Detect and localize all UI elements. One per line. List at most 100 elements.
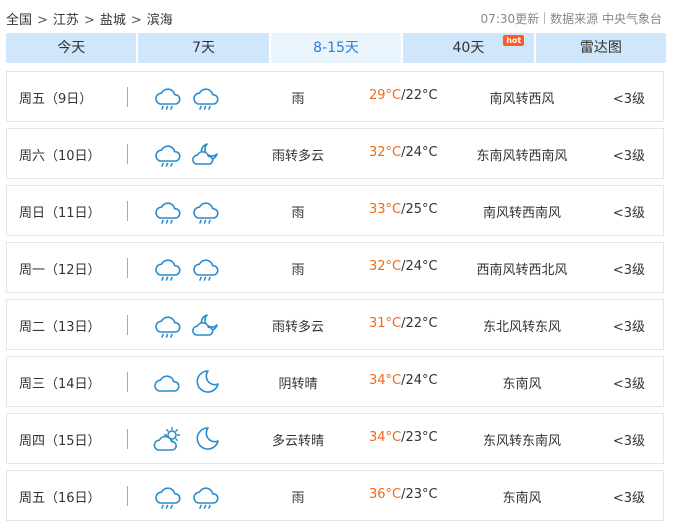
weather-icons	[153, 139, 225, 169]
temp-high: 34°C	[369, 430, 402, 445]
weather-icons	[153, 82, 225, 112]
weather-desc: 雨	[291, 92, 305, 107]
wind-direction: 东风转东南风	[482, 434, 561, 449]
tab-8-15-day[interactable]: 8-15天	[270, 33, 402, 63]
weather-desc: 雨转多云	[271, 320, 324, 335]
partly-cloudy-night-icon	[191, 139, 221, 169]
temp-low: /22°C	[401, 88, 438, 103]
weather-icons	[153, 253, 225, 283]
meta-divider	[544, 12, 546, 24]
forecast-day: 周六（10日）	[19, 149, 101, 164]
moon-icon	[191, 424, 221, 454]
temp-high: 29°C	[369, 88, 402, 103]
tab-label: 雷达图	[579, 40, 622, 56]
breadcrumb-separator: >	[83, 13, 95, 28]
weather-desc: 多云转晴	[271, 434, 324, 449]
tab-today[interactable]: 今天	[6, 33, 137, 63]
temp-low: /24°C	[401, 259, 438, 274]
temp-high: 32°C	[369, 259, 402, 274]
tab-radar[interactable]: 雷达图	[535, 33, 667, 63]
temp-low: /23°C	[401, 487, 438, 502]
rain-cloud-icon	[153, 481, 183, 511]
breadcrumb-item-province[interactable]: 江苏	[53, 13, 79, 28]
breadcrumb-item-current: 滨海	[146, 13, 173, 28]
wind-level: <3级	[612, 206, 645, 221]
temp-high: 34°C	[369, 373, 402, 388]
forecast-day: 周一（12日）	[19, 263, 101, 278]
temperature: 34°C/23°C	[369, 430, 438, 445]
forecast-day: 周五（9日）	[19, 92, 93, 107]
wind-level: <3级	[612, 263, 645, 278]
temp-low: /24°C	[401, 373, 438, 388]
wind-level: <3级	[612, 377, 645, 392]
forecast-row: 周四（15日） 多云转晴 34°C/23°C 东风转东南风 <3级	[6, 413, 664, 464]
forecast-day: 周日（11日）	[19, 206, 101, 221]
data-source-label: 数据来源	[550, 12, 599, 26]
row-divider	[127, 372, 128, 392]
rain-cloud-icon	[153, 139, 183, 169]
weather-icons	[153, 310, 225, 340]
forecast-row: 周五（9日） 雨 29°C/22°C 南风转西风 <3级	[6, 71, 664, 122]
row-divider	[127, 315, 128, 335]
breadcrumb-item-national[interactable]: 全国	[6, 13, 32, 28]
temp-high: 36°C	[369, 487, 402, 502]
rain-cloud-icon	[191, 253, 221, 283]
wind-level: <3级	[612, 149, 645, 164]
temperature: 32°C/24°C	[369, 145, 438, 160]
weather-desc: 雨转多云	[271, 149, 324, 164]
tab-label: 40天	[452, 40, 485, 56]
rain-cloud-icon	[153, 253, 183, 283]
update-info: 07:30更新 数据来源 中央气象台	[481, 10, 662, 27]
wind-direction: 东北风转东风	[482, 320, 561, 335]
rain-cloud-icon	[153, 82, 183, 112]
wind-direction: 东南风	[502, 491, 542, 506]
breadcrumb: 全国 > 江苏 > 盐城 > 滨海	[6, 9, 173, 28]
row-divider	[127, 429, 128, 449]
tab-label: 7天	[192, 40, 216, 56]
wind-level: <3级	[612, 92, 645, 107]
tab-label: 8-15天	[313, 40, 359, 56]
tab-40-day[interactable]: 40天 hot	[403, 33, 534, 63]
row-divider	[127, 144, 128, 164]
tab-7-day[interactable]: 7天	[138, 33, 269, 63]
wind-direction: 南风转西风	[489, 92, 555, 107]
hot-badge: hot	[503, 35, 525, 46]
sun-cloud-icon	[153, 424, 183, 454]
wind-level: <3级	[612, 491, 645, 506]
weather-desc: 雨	[291, 263, 305, 278]
wind-level: <3级	[612, 434, 645, 449]
wind-direction: 东南风	[502, 377, 542, 392]
wind-direction: 东南风转西南风	[476, 149, 568, 164]
wind-level: <3级	[612, 320, 645, 335]
forecast-row: 周三（14日） 阴转晴 34°C/24°C 东南风 <3级	[6, 356, 664, 407]
forecast-row: 周一（12日） 雨 32°C/24°C 西南风转西北风 <3级	[6, 242, 664, 293]
temperature: 33°C/25°C	[369, 202, 438, 217]
weather-icons	[153, 424, 225, 454]
weather-desc: 阴转晴	[278, 377, 318, 392]
weather-icons	[153, 367, 225, 397]
row-divider	[127, 87, 128, 107]
wind-direction: 西南风转西北风	[476, 263, 568, 278]
row-divider	[127, 486, 128, 506]
tab-label: 今天	[57, 40, 86, 56]
temperature: 36°C/23°C	[369, 487, 438, 502]
partly-cloudy-night-icon	[191, 310, 221, 340]
weather-desc: 雨	[291, 491, 305, 506]
cloud-icon	[153, 367, 183, 397]
top-bar: 全国 > 江苏 > 盐城 > 滨海 07:30更新 数据来源 中央气象台	[0, 0, 674, 34]
weather-desc: 雨	[291, 206, 305, 221]
temp-high: 31°C	[369, 316, 402, 331]
rain-cloud-icon	[153, 196, 183, 226]
temp-high: 33°C	[369, 202, 402, 217]
rain-cloud-icon	[191, 196, 221, 226]
forecast-row: 周二（13日） 雨转多云 31°C/22°C 东北风转东风 <3级	[6, 299, 664, 350]
temp-low: /24°C	[401, 145, 438, 160]
forecast-day: 周五（16日）	[19, 491, 101, 506]
forecast-day: 周三（14日）	[19, 377, 101, 392]
rain-cloud-icon	[153, 310, 183, 340]
breadcrumb-separator: >	[130, 13, 142, 28]
breadcrumb-item-city[interactable]: 盐城	[100, 13, 126, 28]
temperature: 29°C/22°C	[369, 88, 438, 103]
temp-low: /25°C	[401, 202, 438, 217]
forecast-row: 周六（10日） 雨转多云 32°C/24°C 东南风转西南风 <3级	[6, 128, 664, 179]
